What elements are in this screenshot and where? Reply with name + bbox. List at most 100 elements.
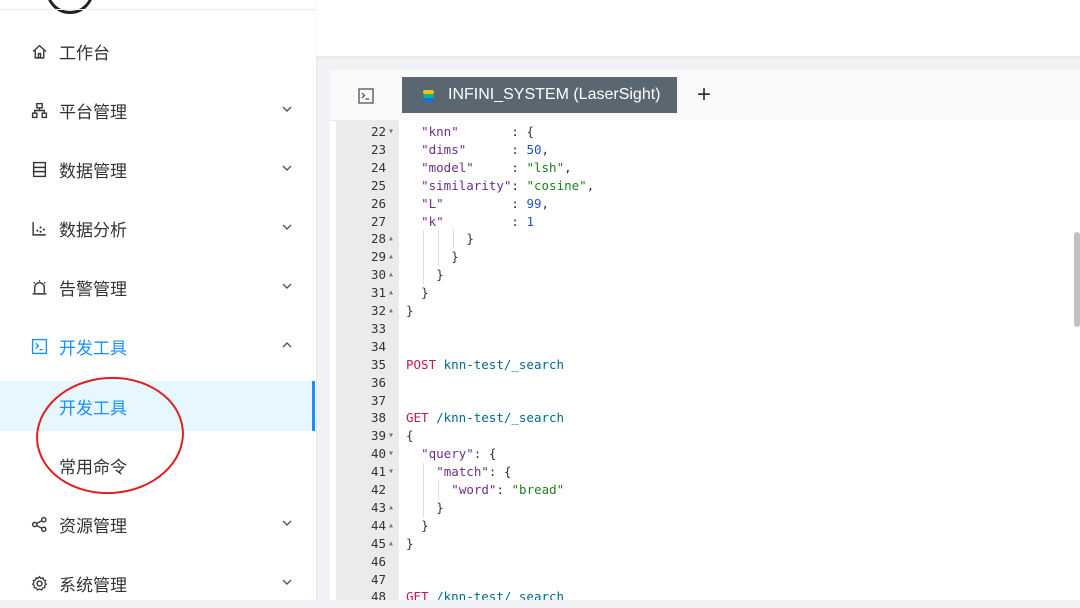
code-line: 37: [336, 392, 1080, 410]
line-number: 44: [370, 517, 386, 533]
code-line: 36: [336, 374, 1080, 392]
line-number: 36: [370, 374, 386, 390]
fold-toggle-icon[interactable]: ▴: [388, 499, 398, 517]
line-number: 32: [370, 303, 386, 318]
code-text: "knn" : {: [421, 124, 534, 139]
code-line: 23 "dims" : 50,: [336, 141, 1080, 159]
line-number: 31: [370, 285, 386, 301]
fold-toggle-icon[interactable]: ▾: [388, 445, 398, 463]
settings-icon: [30, 574, 48, 592]
code-text: }: [421, 285, 429, 301]
sidebar-subitem-common-commands[interactable]: 常用命令: [0, 440, 316, 490]
cluster-status-icon: [423, 89, 434, 102]
fold-toggle-icon[interactable]: ▴: [388, 248, 398, 266]
code-line: 24 "model" : "lsh",: [336, 159, 1080, 177]
line-number: 48: [370, 589, 386, 600]
code-line: 31 ▴}: [336, 284, 1080, 302]
code-line: 32 ▴}: [336, 302, 1080, 320]
dev-console: INFINI_SYSTEM (LaserSight) + 22 ▾ "knn" : …: [330, 70, 1080, 600]
fold-toggle-icon[interactable]: ▴: [388, 230, 398, 248]
sidebar-item-platform[interactable]: 平台管理: [0, 85, 316, 135]
sidebar-item-system[interactable]: 系统管理: [0, 558, 316, 608]
code-text: "model" : "lsh",: [421, 159, 572, 175]
code-text: "query": {: [421, 446, 497, 462]
terminal-icon: [30, 337, 48, 355]
tab-bar: INFINI_SYSTEM (LaserSight) +: [330, 70, 1080, 121]
line-number: 40: [370, 446, 386, 462]
tab-cluster[interactable]: INFINI_SYSTEM (LaserSight): [402, 77, 677, 113]
code-text: }: [466, 231, 474, 247]
sidebar-item-label: 开发工具: [59, 338, 127, 359]
code-editor[interactable]: 22 ▾ "knn" : {23 "dims" : 50, 24 "model" : "l…: [336, 120, 1080, 600]
line-number: 43: [370, 499, 386, 515]
code-text: "similarity": "cosine",: [421, 177, 595, 193]
line-number: 41: [370, 464, 386, 480]
code-text: }: [451, 249, 459, 265]
fold-toggle-icon[interactable]: ▾: [388, 427, 398, 445]
line-number: 45: [370, 535, 386, 551]
code-text: }: [406, 303, 414, 318]
code-line: 35 POST knn-test/_search: [336, 356, 1080, 374]
code-text: GET /knn-test/_search: [406, 410, 565, 426]
sidebar: 工作台 平台管理 数据管理 数据分析 告警管理 开发工具 开发工具 常用命令 资…: [0, 0, 317, 600]
chevron-down-icon: [282, 224, 292, 230]
sidebar-item-analysis[interactable]: 数据分析: [0, 203, 316, 253]
sidebar-item-data[interactable]: 数据管理: [0, 144, 316, 194]
sidebar-item-label: 数据管理: [59, 161, 127, 182]
code-line: 42 "word": "bread": [336, 481, 1080, 499]
fold-toggle-icon[interactable]: ▴: [388, 302, 398, 320]
fold-toggle-icon[interactable]: ▾: [388, 463, 398, 481]
line-number: 24: [370, 159, 386, 175]
code-text: }: [406, 535, 414, 551]
chevron-down-icon: [282, 106, 292, 112]
indent-guide: [453, 230, 455, 249]
indent-guide: [423, 230, 425, 249]
chevron-down-icon: [282, 520, 292, 526]
add-tab-button[interactable]: +: [692, 80, 716, 110]
code-line: 46: [336, 553, 1080, 571]
indent-guide: [438, 248, 440, 267]
line-number: 29: [370, 249, 386, 265]
chevron-up-icon: [282, 342, 292, 348]
line-number: 46: [370, 553, 386, 569]
sidebar-item-alert[interactable]: 告警管理: [0, 262, 316, 312]
fold-toggle-icon[interactable]: ▴: [388, 535, 398, 553]
chevron-down-icon: [282, 283, 292, 289]
code-line: 29 ▴}: [336, 248, 1080, 267]
line-number: 23: [370, 141, 386, 157]
code-text: "word": "bread": [451, 482, 565, 497]
code-line: 45 ▴}: [336, 535, 1080, 553]
fold-toggle-icon[interactable]: ▴: [388, 517, 398, 535]
line-number: 28: [370, 231, 386, 247]
code-line: 22 ▾ "knn" : {: [336, 123, 1080, 141]
code-text: POST knn-test/_search: [406, 356, 565, 372]
code-text: }: [436, 499, 444, 515]
line-number: 34: [370, 338, 386, 354]
sidebar-item-label: 系统管理: [59, 575, 127, 596]
top-header: [316, 0, 1080, 56]
sidebar-item-resources[interactable]: 资源管理: [0, 499, 316, 549]
chart-icon: [30, 219, 48, 237]
sidebar-item-label: 数据分析: [59, 220, 127, 241]
code-line: 44 ▴}: [336, 517, 1080, 535]
logo: [46, 0, 94, 14]
sidebar-item-workbench[interactable]: 工作台: [0, 26, 316, 76]
fold-toggle-icon[interactable]: ▾: [388, 123, 398, 141]
sidebar-item-label: 告警管理: [59, 279, 127, 300]
line-number: 25: [370, 177, 386, 193]
code-text: "match": {: [436, 464, 512, 480]
code-text: "dims" : 50,: [421, 141, 550, 157]
line-number: 33: [370, 320, 386, 336]
terminal-icon[interactable]: [358, 88, 374, 104]
code-text: "L" : 99,: [421, 195, 550, 211]
indent-guide: [423, 266, 425, 285]
code-line: 47: [336, 571, 1080, 589]
fold-toggle-icon[interactable]: ▴: [388, 266, 398, 284]
sidebar-item-devtools[interactable]: 开发工具: [0, 321, 316, 371]
line-number: 38: [370, 410, 386, 426]
line-number: 37: [370, 392, 386, 408]
sidebar-subitem-devtools[interactable]: 开发工具: [0, 381, 315, 431]
chevron-down-icon: [282, 165, 292, 171]
fold-toggle-icon[interactable]: ▴: [388, 284, 398, 302]
code-line: 34: [336, 338, 1080, 356]
